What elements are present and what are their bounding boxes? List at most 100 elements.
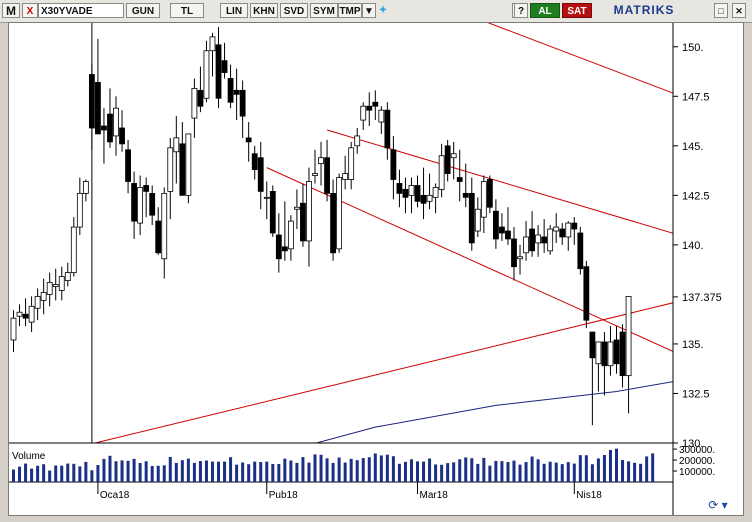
candle-body xyxy=(137,187,144,224)
candle-body xyxy=(523,236,529,254)
volume-bar xyxy=(126,460,130,482)
moving-average xyxy=(314,381,673,443)
volume-bar xyxy=(633,462,637,482)
candle-body xyxy=(378,109,385,123)
tmp-button[interactable]: TMP xyxy=(338,3,362,18)
volume-bar xyxy=(482,457,486,482)
matriks-menu-button[interactable]: M xyxy=(2,3,20,18)
volume-bar xyxy=(84,461,88,482)
volume-bar xyxy=(385,454,389,482)
volume-bar xyxy=(253,461,257,482)
sell-button[interactable]: SAT xyxy=(562,3,592,18)
candle-body xyxy=(571,222,578,230)
candle-body xyxy=(185,133,192,196)
volume-bar xyxy=(367,457,371,482)
close-symbol-button[interactable]: X xyxy=(22,3,38,18)
trend-lines xyxy=(91,23,673,443)
candle-body xyxy=(76,192,83,228)
volume-bar xyxy=(132,458,136,482)
volume-bar xyxy=(651,453,655,482)
candle-body xyxy=(595,341,602,365)
volume-bar xyxy=(434,464,438,482)
candle-body xyxy=(70,226,77,274)
price-tick-label: 145. xyxy=(682,141,703,153)
volume-bar xyxy=(24,463,28,482)
candle-body xyxy=(444,145,451,174)
candle-body xyxy=(486,179,493,208)
candle-body xyxy=(191,87,198,119)
volume-bar xyxy=(18,466,22,482)
candle-body xyxy=(619,331,626,377)
volume-bar xyxy=(391,456,395,482)
volume-bar xyxy=(343,462,347,482)
volume-bar xyxy=(464,457,468,482)
volume-bar xyxy=(78,466,82,482)
sym-button[interactable]: SYM xyxy=(310,3,338,18)
volume-bar xyxy=(440,464,444,482)
volume-tick-label: 300000. xyxy=(679,445,715,456)
volume-bar xyxy=(446,463,450,482)
candle-body xyxy=(257,157,264,192)
volume-bar xyxy=(265,461,269,482)
candle-body xyxy=(101,125,107,131)
svd-button[interactable]: SVD xyxy=(280,3,308,18)
candle-body xyxy=(583,266,590,321)
candle-body xyxy=(300,202,306,242)
volume-bar xyxy=(349,458,353,482)
volume-bar xyxy=(639,463,643,482)
volume-bar xyxy=(295,462,299,482)
volume-bar xyxy=(168,456,172,482)
candle-body xyxy=(287,220,294,250)
volume-bar xyxy=(114,461,118,482)
volume-bar xyxy=(608,449,612,482)
candle-body xyxy=(348,147,355,180)
volume-bar xyxy=(319,454,323,482)
candle-body xyxy=(336,177,343,250)
brand-logo: MATRIKS xyxy=(613,3,675,17)
volume-bar xyxy=(12,469,15,482)
volume-bar xyxy=(301,457,305,482)
candle-body xyxy=(95,82,101,135)
candle-body xyxy=(330,192,336,254)
buy-button[interactable]: AL xyxy=(530,3,560,18)
volume-bar xyxy=(235,464,239,482)
currency-tl-button[interactable]: TL xyxy=(170,3,204,18)
price-tick-label: 132.5 xyxy=(682,388,710,400)
volume-bar xyxy=(500,461,504,482)
volume-bar xyxy=(30,468,34,482)
candle-body xyxy=(215,44,222,99)
symbol-field[interactable]: X30YVADE xyxy=(38,3,124,18)
volume-bar xyxy=(548,461,552,482)
volume-bar xyxy=(307,462,311,482)
help-button[interactable]: ? xyxy=(514,3,528,18)
candle-body xyxy=(613,339,620,365)
volume-bar xyxy=(120,460,124,482)
volume-bar xyxy=(90,470,94,482)
volume-bar xyxy=(361,458,365,482)
volume-bar xyxy=(204,460,208,482)
volume-bar xyxy=(96,465,100,482)
maximize-icon[interactable]: □ xyxy=(714,3,728,18)
triangle-down-icon[interactable]: ▼ xyxy=(362,3,376,18)
candle-body xyxy=(505,230,511,240)
volume-bar xyxy=(422,461,426,482)
volume-bar xyxy=(186,458,190,482)
candle-body xyxy=(173,137,180,153)
volume-bar xyxy=(217,461,221,482)
candle-body xyxy=(499,226,505,234)
price-tick-label: 135. xyxy=(682,339,703,351)
khn-button[interactable]: KHN xyxy=(250,3,278,18)
price-chart[interactable]: 150.147.5145.142.5140.137.375135.132.513… xyxy=(9,23,743,515)
candle-body xyxy=(40,292,47,301)
period-gun-button[interactable]: GUN xyxy=(126,3,160,18)
candle-body xyxy=(438,155,445,190)
volume-bar xyxy=(512,460,516,482)
sync-icon[interactable]: ⟳ ▾ xyxy=(700,496,736,514)
volume-panel: 300000.200000.100000. xyxy=(9,445,715,483)
bird-icon[interactable]: ✦ xyxy=(376,3,390,18)
volume-bar xyxy=(325,458,329,482)
price-tick-label: 150. xyxy=(682,42,703,54)
close-icon[interactable]: ✕ xyxy=(732,3,746,18)
candle-body xyxy=(125,149,131,182)
linear-scale-button[interactable]: LIN xyxy=(220,3,248,18)
